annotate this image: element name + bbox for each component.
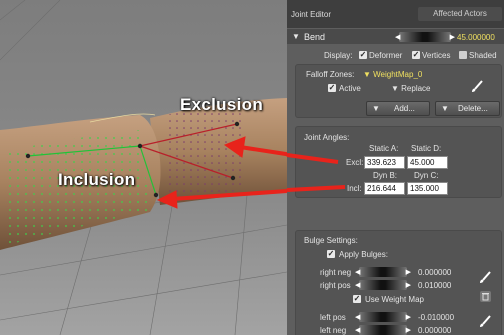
display-label: Display: bbox=[324, 51, 353, 60]
use-weight-map-label: Use Weight Map bbox=[365, 295, 424, 304]
left-brush-icon[interactable] bbox=[478, 315, 492, 331]
right-neg-label: right neg bbox=[320, 268, 352, 277]
slider-left-icon: ◀ bbox=[355, 269, 361, 276]
panel-title: Joint Editor bbox=[291, 10, 332, 19]
right-brush-icon[interactable] bbox=[478, 271, 492, 287]
slider-right-icon: ▶ bbox=[405, 314, 411, 321]
slider-left-icon: ◀ bbox=[355, 314, 361, 321]
shaded-label: Shaded bbox=[469, 51, 497, 60]
dyn-c-label: Dyn C: bbox=[414, 171, 439, 180]
static-d-label: Static D: bbox=[411, 144, 442, 153]
left-neg-value: 0.000000 bbox=[418, 326, 452, 335]
delete-button[interactable]: ▼ Delete... bbox=[435, 101, 500, 116]
active-checkbox[interactable]: ✓ bbox=[328, 84, 336, 92]
bend-value: 45.000000 bbox=[457, 33, 495, 42]
collapse-icon[interactable]: ▼ bbox=[292, 32, 300, 41]
slider-right-icon: ▶ bbox=[405, 327, 411, 334]
panel-titlebar: Joint Editor Affected Actors bbox=[287, 0, 504, 28]
left-neg-label: left neg bbox=[320, 326, 347, 335]
bend-slider[interactable]: ◀ ▶ bbox=[395, 32, 455, 42]
right-neg-slider[interactable]: ◀ ▶ bbox=[355, 267, 411, 277]
joint-editor-panel: Joint Editor Affected Actors ▼ Bend ◀ ▶ … bbox=[287, 0, 504, 335]
falloff-zone-dropdown[interactable]: ▼ WeightMap_0 bbox=[363, 70, 422, 79]
slider-right-icon: ▶ bbox=[405, 282, 411, 289]
affected-actors-tab[interactable]: Affected Actors bbox=[418, 7, 502, 21]
bend-label: Bend bbox=[304, 32, 326, 42]
apply-bulges-label: Apply Bulges: bbox=[339, 250, 388, 259]
slider-left-icon: ◀ bbox=[395, 34, 401, 41]
replace-dropdown[interactable]: ▼ Replace bbox=[391, 84, 431, 93]
falloff-label: Falloff Zones: bbox=[306, 70, 355, 79]
excl-static-a-field[interactable]: 339.623 bbox=[364, 156, 405, 169]
slider-left-icon: ◀ bbox=[355, 282, 361, 289]
trash-icon[interactable] bbox=[480, 291, 491, 302]
static-a-label: Static A: bbox=[369, 144, 399, 153]
right-pos-slider[interactable]: ◀ ▶ bbox=[355, 280, 411, 290]
vertices-checkbox[interactable]: ✓ bbox=[412, 51, 420, 59]
right-pos-label: right pos bbox=[320, 281, 351, 290]
left-pos-slider[interactable]: ◀ ▶ bbox=[355, 312, 411, 322]
deformer-checkbox[interactable]: ✓ bbox=[359, 51, 367, 59]
add-button-label: Add... bbox=[394, 104, 415, 113]
right-pos-value: 0.010000 bbox=[418, 281, 452, 290]
shaded-checkbox[interactable] bbox=[459, 51, 467, 59]
apply-bulges-checkbox[interactable]: ✓ bbox=[327, 250, 335, 258]
joint-angles-label: Joint Angles: bbox=[304, 133, 350, 142]
incl-label: Incl: bbox=[347, 184, 362, 193]
deformer-label: Deformer bbox=[369, 51, 403, 60]
use-weight-map-checkbox[interactable]: ✓ bbox=[353, 295, 361, 303]
left-pos-value: -0.010000 bbox=[418, 313, 455, 322]
inclusion-label: Inclusion bbox=[58, 170, 136, 189]
falloff-zone-value: WeightMap_0 bbox=[373, 70, 423, 79]
slider-left-icon: ◀ bbox=[355, 327, 361, 334]
replace-value: Replace bbox=[401, 84, 431, 93]
excl-static-d-field[interactable]: 45.000 bbox=[407, 156, 448, 169]
delete-dropdown-icon: ▼ bbox=[441, 104, 449, 113]
left-neg-slider[interactable]: ◀ ▶ bbox=[355, 325, 411, 335]
bend-row[interactable]: ▼ Bend ◀ ▶ 45.000000 bbox=[287, 29, 504, 44]
delete-button-label: Delete... bbox=[458, 104, 488, 113]
slider-right-icon: ▶ bbox=[405, 269, 411, 276]
slider-right-icon: ▶ bbox=[449, 34, 455, 41]
viewport-scene bbox=[0, 0, 287, 335]
add-button[interactable]: ▼ Add... bbox=[366, 101, 430, 116]
viewport-3d[interactable]: Exclusion Inclusion bbox=[0, 0, 287, 335]
incl-dyn-b-field[interactable]: 216.644 bbox=[364, 182, 405, 195]
bulge-label: Bulge Settings: bbox=[304, 236, 358, 245]
dyn-b-label: Dyn B: bbox=[373, 171, 398, 180]
left-pos-label: left pos bbox=[320, 313, 346, 322]
incl-dyn-c-field[interactable]: 135.000 bbox=[407, 182, 448, 195]
vertices-label: Vertices bbox=[422, 51, 451, 60]
active-label: Active bbox=[339, 84, 361, 93]
excl-label: Excl: bbox=[346, 158, 364, 167]
right-neg-value: 0.000000 bbox=[418, 268, 452, 277]
exclusion-label: Exclusion bbox=[180, 95, 264, 114]
add-dropdown-icon: ▼ bbox=[372, 104, 380, 113]
brush-icon[interactable] bbox=[470, 80, 484, 96]
